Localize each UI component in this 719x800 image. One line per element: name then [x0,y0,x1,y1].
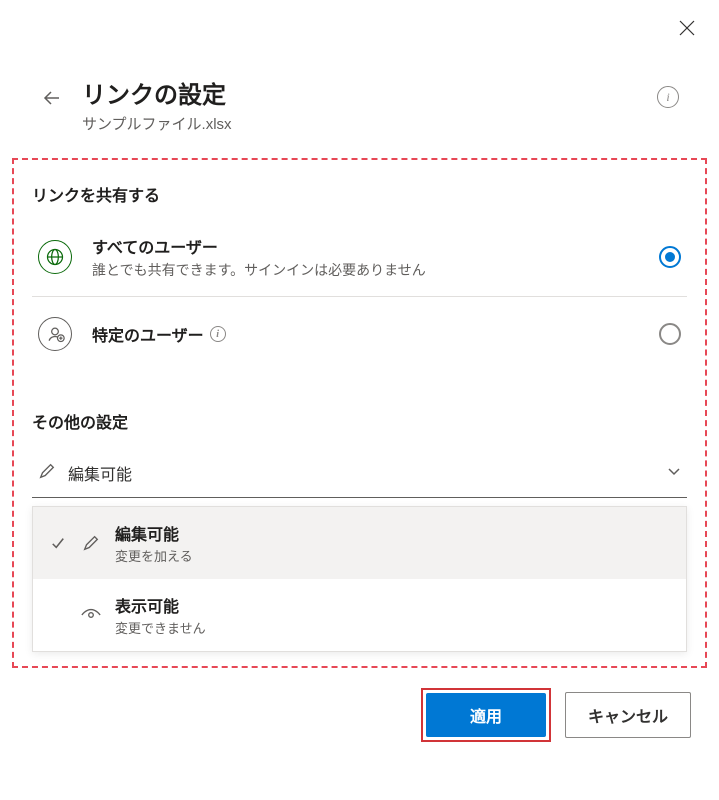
share-option-specific-title-text: 特定のユーザー [92,322,204,346]
dialog-header: リンクの設定 サンプルファイル.xlsx i [0,0,719,134]
apply-button-highlight: 適用 [421,688,551,742]
permission-option-view-title: 表示可能 [115,593,206,617]
share-section-title: リンクを共有する [32,182,687,206]
back-button[interactable] [40,86,64,110]
share-option-everyone[interactable]: すべてのユーザー 誰とでも共有できます。サインインは必要ありません [32,224,687,290]
share-option-everyone-desc: 誰とでも共有できます。サインインは必要ありません [92,260,639,280]
permission-option-view[interactable]: 表示可能 変更できません [33,579,686,651]
permission-option-edit-title: 編集可能 [115,521,193,545]
close-button[interactable] [677,18,697,38]
header-text-block: リンクの設定 サンプルファイル.xlsx [82,80,639,134]
close-icon [679,20,695,36]
info-button[interactable]: i [657,86,679,108]
apply-button[interactable]: 適用 [426,693,546,737]
divider [32,296,687,297]
radio-everyone[interactable] [659,246,681,268]
arrow-left-icon [42,88,62,108]
permission-option-edit-desc: 変更を加える [115,546,193,565]
permission-option-edit-texts: 編集可能 変更を加える [115,521,193,565]
person-add-icon [38,317,72,351]
permission-option-view-desc: 変更できません [115,618,206,637]
pencil-icon [38,462,56,485]
share-option-specific-title: 特定のユーザー i [92,322,639,346]
dialog-title: リンクの設定 [82,80,639,111]
permission-dropdown[interactable]: 編集可能 [32,451,687,498]
chevron-down-icon [667,464,681,483]
globe-icon [38,240,72,274]
check-icon [49,534,67,552]
other-settings-section: その他の設定 編集可能 [32,409,687,652]
other-section-title: その他の設定 [32,409,687,433]
permission-option-edit[interactable]: 編集可能 変更を加える [33,507,686,579]
highlighted-settings-area: リンクを共有する すべてのユーザー 誰とでも共有できます。サインインは必要ありま… [12,158,707,668]
permission-dropdown-panel: 編集可能 変更を加える 表示可能 変更できません [32,506,687,652]
info-icon[interactable]: i [210,326,226,342]
share-option-specific-texts: 特定のユーザー i [92,322,639,346]
permission-dropdown-label: 編集可能 [68,461,655,485]
radio-specific[interactable] [659,323,681,345]
dialog-subtitle: サンプルファイル.xlsx [82,113,639,134]
cancel-button[interactable]: キャンセル [565,692,691,738]
pencil-icon [81,533,101,553]
share-option-everyone-title: すべてのユーザー [92,234,639,258]
dialog-footer: 適用 キャンセル [0,668,719,742]
eye-icon [81,605,101,625]
share-option-specific[interactable]: 特定のユーザー i [32,307,687,361]
permission-option-view-texts: 表示可能 変更できません [115,593,206,637]
check-slot-empty [49,606,67,624]
share-option-everyone-texts: すべてのユーザー 誰とでも共有できます。サインインは必要ありません [92,234,639,280]
